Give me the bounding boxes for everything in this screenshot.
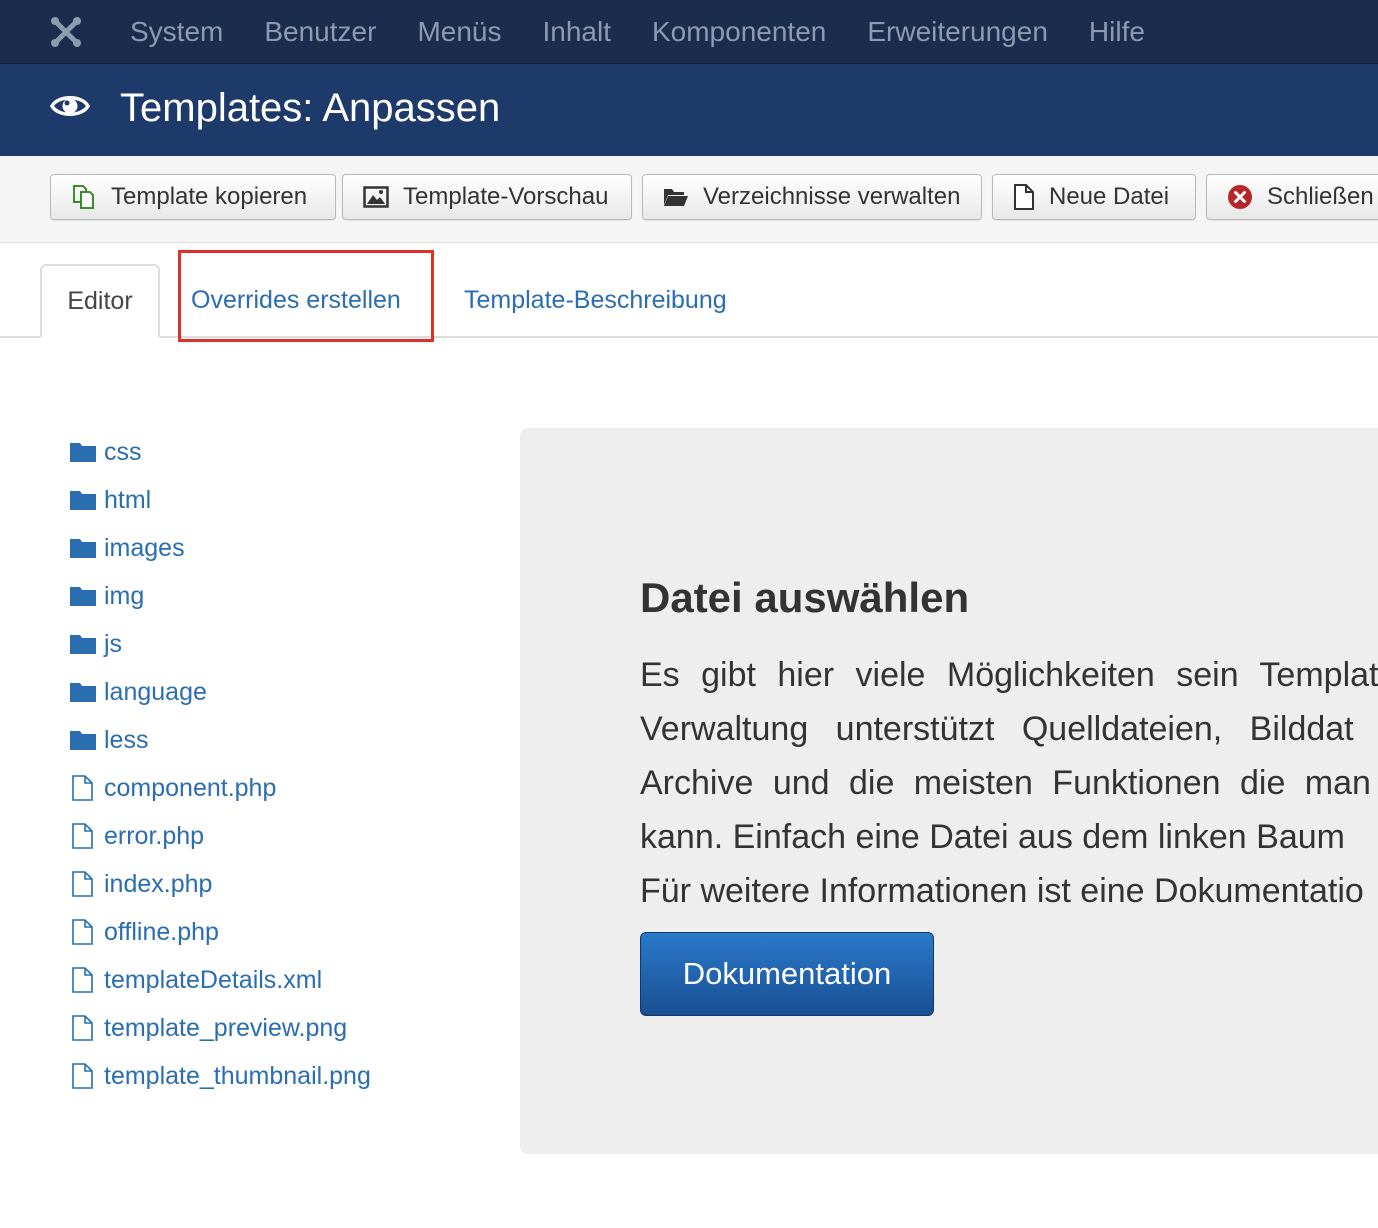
file-icon xyxy=(72,967,93,993)
file-item[interactable]: offline.php xyxy=(70,908,371,956)
folder-item[interactable]: less xyxy=(70,716,371,764)
new-file-label: Neue Datei xyxy=(1049,183,1170,210)
menu-item-benutzer[interactable]: Benutzer xyxy=(264,16,376,48)
folder-label: css xyxy=(104,437,142,466)
tab-template-description[interactable]: Template-Beschreibung xyxy=(464,264,727,336)
menu-item-erweiterungen[interactable]: Erweiterungen xyxy=(867,16,1048,48)
highlight-box xyxy=(178,250,434,342)
menu-item-hilfe[interactable]: Hilfe xyxy=(1089,16,1145,48)
toolbar: Template kopieren Template-Vorschau Verz… xyxy=(0,156,1378,243)
panel-description: Es gibt hier viele Möglichkeiten sein Te… xyxy=(640,648,1378,918)
folder-item[interactable]: img xyxy=(70,572,371,620)
description-line: Für weitere Informationen ist eine Dokum… xyxy=(640,872,1364,910)
close-icon xyxy=(1228,185,1252,209)
description-line: Es gibt hier viele Möglichkeiten sein Te… xyxy=(640,656,1378,694)
copy-template-label: Template kopieren xyxy=(111,183,308,210)
file-icon xyxy=(72,823,93,849)
copy-template-button[interactable]: Template kopieren xyxy=(50,174,336,220)
folder-item[interactable]: images xyxy=(70,524,371,572)
file-label: index.php xyxy=(104,869,213,898)
file-icon xyxy=(72,1015,93,1041)
folder-label: js xyxy=(104,629,123,658)
folder-label: img xyxy=(104,581,145,610)
menu-item-inhalt[interactable]: Inhalt xyxy=(542,16,611,48)
file-label: template_preview.png xyxy=(104,1013,348,1042)
file-icon xyxy=(72,871,93,897)
joomla-logo-icon[interactable] xyxy=(48,14,84,50)
file-label: offline.php xyxy=(104,917,219,946)
folder-item[interactable]: html xyxy=(70,476,371,524)
file-icon xyxy=(72,775,93,801)
menu-item-menus[interactable]: Menüs xyxy=(417,16,501,48)
close-label: Schließen xyxy=(1267,183,1374,210)
file-item[interactable]: error.php xyxy=(70,812,371,860)
folder-icon xyxy=(70,683,96,702)
menu-item-komponenten[interactable]: Komponenten xyxy=(652,16,826,48)
select-file-panel: Datei auswählen Es gibt hier viele Mögli… xyxy=(520,428,1378,1154)
folder-item[interactable]: js xyxy=(70,620,371,668)
file-label: error.php xyxy=(104,821,205,850)
manage-folders-button[interactable]: Verzeichnisse verwalten xyxy=(642,174,982,220)
folder-label: less xyxy=(104,725,149,754)
image-icon xyxy=(363,186,389,208)
file-label: template_thumbnail.png xyxy=(104,1061,371,1090)
copy-icon xyxy=(73,185,94,209)
folder-label: language xyxy=(104,677,207,706)
template-preview-button[interactable]: Template-Vorschau xyxy=(342,174,632,220)
file-item[interactable]: template_thumbnail.png xyxy=(70,1052,371,1100)
template-preview-label: Template-Vorschau xyxy=(403,183,609,210)
panel-heading: Datei auswählen xyxy=(640,574,970,621)
documentation-button[interactable]: Dokumentation xyxy=(640,932,934,1016)
folder-icon xyxy=(70,539,96,558)
folder-icon xyxy=(70,731,96,750)
new-file-button[interactable]: Neue Datei xyxy=(992,174,1196,220)
description-line: Verwaltung unterstützt Quelldateien, Bil… xyxy=(640,710,1354,748)
close-button[interactable]: Schließen xyxy=(1206,174,1378,220)
file-icon xyxy=(1014,184,1034,210)
page-title: Templates: Anpassen xyxy=(120,86,501,130)
file-label: component.php xyxy=(104,773,277,802)
menu-item-system[interactable]: System xyxy=(130,16,223,48)
folder-icon xyxy=(70,491,96,510)
file-tree: css html images img js language less com… xyxy=(70,428,371,1100)
description-line: Archive und die meisten Funktionen die m… xyxy=(640,764,1371,802)
file-icon xyxy=(72,919,93,945)
folder-icon xyxy=(70,587,96,606)
file-item[interactable]: template_preview.png xyxy=(70,1004,371,1052)
tab-editor[interactable]: Editor xyxy=(40,264,160,338)
folder-icon xyxy=(70,443,96,462)
folder-label: images xyxy=(104,533,185,562)
file-label: templateDetails.xml xyxy=(104,965,323,994)
file-item[interactable]: component.php xyxy=(70,764,371,812)
top-navbar: System Benutzer Menüs Inhalt Komponenten… xyxy=(0,0,1378,64)
page-header: Templates: Anpassen xyxy=(0,64,1378,156)
folder-icon xyxy=(70,635,96,654)
eye-icon xyxy=(50,96,90,116)
file-item[interactable]: index.php xyxy=(70,860,371,908)
folder-item[interactable]: language xyxy=(70,668,371,716)
folder-label: html xyxy=(104,485,152,514)
manage-folders-label: Verzeichnisse verwalten xyxy=(703,183,961,210)
description-line: kann. Einfach eine Datei aus dem linken … xyxy=(640,818,1345,856)
file-icon xyxy=(72,1063,93,1089)
main-menu: System Benutzer Menüs Inhalt Komponenten… xyxy=(130,0,1186,63)
file-item[interactable]: templateDetails.xml xyxy=(70,956,371,1004)
folder-open-icon xyxy=(664,189,688,206)
folder-item[interactable]: css xyxy=(70,428,371,476)
